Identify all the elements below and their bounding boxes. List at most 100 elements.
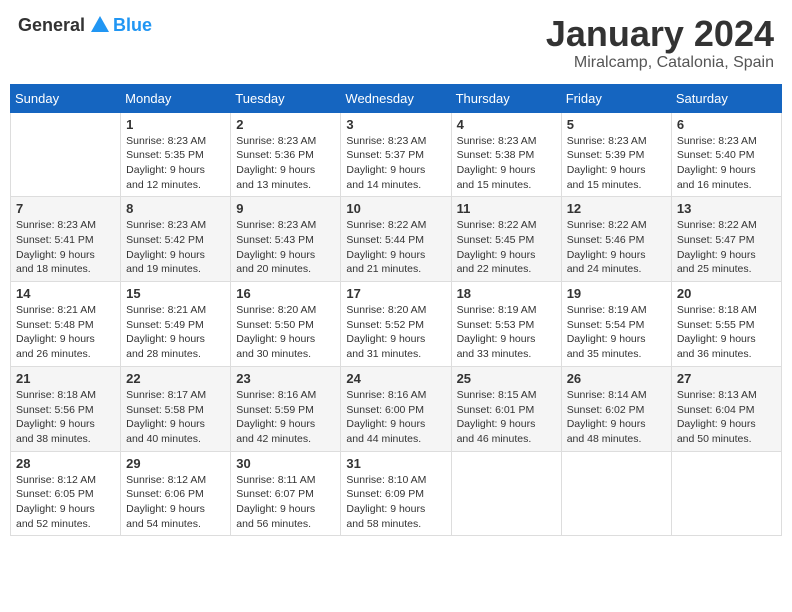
day-info: Sunrise: 8:16 AM Sunset: 6:00 PM Dayligh… xyxy=(346,388,445,447)
weekday-header-tuesday: Tuesday xyxy=(231,84,341,112)
day-number: 17 xyxy=(346,286,445,301)
day-info: Sunrise: 8:23 AM Sunset: 5:43 PM Dayligh… xyxy=(236,218,335,277)
calendar-cell xyxy=(561,451,671,536)
calendar-cell: 6Sunrise: 8:23 AM Sunset: 5:40 PM Daylig… xyxy=(671,112,781,197)
calendar-week-row: 14 Sunrise: 8:21 AM Sunset: 5:48 PM Dayli… xyxy=(11,282,782,367)
day-number: 8 xyxy=(126,201,225,216)
calendar-cell: 22 Sunrise: 8:17 AM Sunset: 5:58 PM Dayli… xyxy=(121,366,231,451)
day-number: 22 xyxy=(126,371,225,386)
day-info: Sunrise: 8:20 AM Sunset: 5:50 PM Dayligh… xyxy=(236,303,335,362)
weekday-header-friday: Friday xyxy=(561,84,671,112)
weekday-header-sunday: Sunday xyxy=(11,84,121,112)
page-header: General Blue January 2024 Miralcamp, Cat… xyxy=(10,10,782,76)
calendar-cell: 25 Sunrise: 8:15 AM Sunset: 6:01 PM Dayli… xyxy=(451,366,561,451)
day-info: Sunrise: 8:20 AM Sunset: 5:52 PM Dayligh… xyxy=(346,303,445,362)
calendar-cell: 1Sunrise: 8:23 AM Sunset: 5:35 PM Daylig… xyxy=(121,112,231,197)
day-info: Sunrise: 8:21 AM Sunset: 5:49 PM Dayligh… xyxy=(126,303,225,362)
day-number: 27 xyxy=(677,371,776,386)
weekday-header-thursday: Thursday xyxy=(451,84,561,112)
calendar-cell xyxy=(671,451,781,536)
day-number: 14 xyxy=(16,286,115,301)
calendar-cell: 29Sunrise: 8:12 AM Sunset: 6:06 PM Dayli… xyxy=(121,451,231,536)
day-info: Sunrise: 8:21 AM Sunset: 5:48 PM Dayligh… xyxy=(16,303,115,362)
calendar-cell: 8 Sunrise: 8:23 AM Sunset: 5:42 PM Daylig… xyxy=(121,197,231,282)
day-number: 2 xyxy=(236,117,335,132)
calendar-cell: 15 Sunrise: 8:21 AM Sunset: 5:49 PM Dayli… xyxy=(121,282,231,367)
month-title: January 2024 xyxy=(546,14,774,54)
day-info: Sunrise: 8:13 AM Sunset: 6:04 PM Dayligh… xyxy=(677,388,776,447)
day-number: 20 xyxy=(677,286,776,301)
day-number: 23 xyxy=(236,371,335,386)
calendar-cell: 4 Sunrise: 8:23 AM Sunset: 5:38 PM Daylig… xyxy=(451,112,561,197)
day-number: 29 xyxy=(126,456,225,471)
calendar-cell xyxy=(451,451,561,536)
calendar-cell: 23 Sunrise: 8:16 AM Sunset: 5:59 PM Dayli… xyxy=(231,366,341,451)
calendar-cell: 13 Sunrise: 8:22 AM Sunset: 5:47 PM Dayli… xyxy=(671,197,781,282)
day-number: 9 xyxy=(236,201,335,216)
day-info: Sunrise: 8:19 AM Sunset: 5:53 PM Dayligh… xyxy=(457,303,556,362)
calendar-week-row: 7Sunrise: 8:23 AM Sunset: 5:41 PM Daylig… xyxy=(11,197,782,282)
calendar-cell: 2 Sunrise: 8:23 AM Sunset: 5:36 PM Daylig… xyxy=(231,112,341,197)
calendar-cell: 10Sunrise: 8:22 AM Sunset: 5:44 PM Dayli… xyxy=(341,197,451,282)
calendar-cell: 31 Sunrise: 8:10 AM Sunset: 6:09 PM Dayli… xyxy=(341,451,451,536)
day-info: Sunrise: 8:18 AM Sunset: 5:55 PM Dayligh… xyxy=(677,303,776,362)
day-number: 3 xyxy=(346,117,445,132)
logo-icon xyxy=(89,14,111,36)
weekday-header-monday: Monday xyxy=(121,84,231,112)
day-info: Sunrise: 8:15 AM Sunset: 6:01 PM Dayligh… xyxy=(457,388,556,447)
day-info: Sunrise: 8:19 AM Sunset: 5:54 PM Dayligh… xyxy=(567,303,666,362)
day-info: Sunrise: 8:23 AM Sunset: 5:37 PM Dayligh… xyxy=(346,134,445,193)
day-number: 7 xyxy=(16,201,115,216)
day-info: Sunrise: 8:10 AM Sunset: 6:09 PM Dayligh… xyxy=(346,473,445,532)
day-number: 4 xyxy=(457,117,556,132)
day-info: Sunrise: 8:22 AM Sunset: 5:45 PM Dayligh… xyxy=(457,218,556,277)
calendar-cell: 18 Sunrise: 8:19 AM Sunset: 5:53 PM Dayli… xyxy=(451,282,561,367)
day-number: 6 xyxy=(677,117,776,132)
day-number: 16 xyxy=(236,286,335,301)
day-info: Sunrise: 8:14 AM Sunset: 6:02 PM Dayligh… xyxy=(567,388,666,447)
calendar-cell: 26 Sunrise: 8:14 AM Sunset: 6:02 PM Dayli… xyxy=(561,366,671,451)
day-number: 24 xyxy=(346,371,445,386)
day-number: 18 xyxy=(457,286,556,301)
day-info: Sunrise: 8:22 AM Sunset: 5:47 PM Dayligh… xyxy=(677,218,776,277)
calendar-cell: 27 Sunrise: 8:13 AM Sunset: 6:04 PM Dayli… xyxy=(671,366,781,451)
calendar-cell: 5Sunrise: 8:23 AM Sunset: 5:39 PM Daylig… xyxy=(561,112,671,197)
weekday-header-saturday: Saturday xyxy=(671,84,781,112)
calendar-cell: 19 Sunrise: 8:19 AM Sunset: 5:54 PM Dayli… xyxy=(561,282,671,367)
calendar-cell: 12Sunrise: 8:22 AM Sunset: 5:46 PM Dayli… xyxy=(561,197,671,282)
calendar-week-row: 21 Sunrise: 8:18 AM Sunset: 5:56 PM Dayli… xyxy=(11,366,782,451)
calendar-cell: 11 Sunrise: 8:22 AM Sunset: 5:45 PM Dayli… xyxy=(451,197,561,282)
day-number: 11 xyxy=(457,201,556,216)
location: Miralcamp, Catalonia, Spain xyxy=(546,54,774,72)
day-number: 26 xyxy=(567,371,666,386)
day-info: Sunrise: 8:23 AM Sunset: 5:36 PM Dayligh… xyxy=(236,134,335,193)
day-number: 31 xyxy=(346,456,445,471)
day-number: 19 xyxy=(567,286,666,301)
calendar-cell: 7Sunrise: 8:23 AM Sunset: 5:41 PM Daylig… xyxy=(11,197,121,282)
day-number: 13 xyxy=(677,201,776,216)
calendar-cell: 14 Sunrise: 8:21 AM Sunset: 5:48 PM Dayli… xyxy=(11,282,121,367)
day-info: Sunrise: 8:18 AM Sunset: 5:56 PM Dayligh… xyxy=(16,388,115,447)
day-info: Sunrise: 8:23 AM Sunset: 5:42 PM Dayligh… xyxy=(126,218,225,277)
calendar-cell xyxy=(11,112,121,197)
logo: General Blue xyxy=(18,14,152,36)
day-number: 1 xyxy=(126,117,225,132)
calendar-cell: 17 Sunrise: 8:20 AM Sunset: 5:52 PM Dayli… xyxy=(341,282,451,367)
calendar-cell: 3 Sunrise: 8:23 AM Sunset: 5:37 PM Daylig… xyxy=(341,112,451,197)
day-info: Sunrise: 8:23 AM Sunset: 5:38 PM Dayligh… xyxy=(457,134,556,193)
day-info: Sunrise: 8:16 AM Sunset: 5:59 PM Dayligh… xyxy=(236,388,335,447)
day-number: 10 xyxy=(346,201,445,216)
calendar-cell: 16 Sunrise: 8:20 AM Sunset: 5:50 PM Dayli… xyxy=(231,282,341,367)
calendar-cell: 24 Sunrise: 8:16 AM Sunset: 6:00 PM Dayli… xyxy=(341,366,451,451)
day-number: 15 xyxy=(126,286,225,301)
logo-text-blue: Blue xyxy=(113,15,152,36)
calendar-cell: 30Sunrise: 8:11 AM Sunset: 6:07 PM Dayli… xyxy=(231,451,341,536)
calendar-week-row: 28Sunrise: 8:12 AM Sunset: 6:05 PM Dayli… xyxy=(11,451,782,536)
day-info: Sunrise: 8:11 AM Sunset: 6:07 PM Dayligh… xyxy=(236,473,335,532)
day-number: 21 xyxy=(16,371,115,386)
calendar-cell: 21 Sunrise: 8:18 AM Sunset: 5:56 PM Dayli… xyxy=(11,366,121,451)
day-number: 25 xyxy=(457,371,556,386)
day-number: 28 xyxy=(16,456,115,471)
day-info: Sunrise: 8:23 AM Sunset: 5:39 PM Dayligh… xyxy=(567,134,666,193)
day-info: Sunrise: 8:17 AM Sunset: 5:58 PM Dayligh… xyxy=(126,388,225,447)
